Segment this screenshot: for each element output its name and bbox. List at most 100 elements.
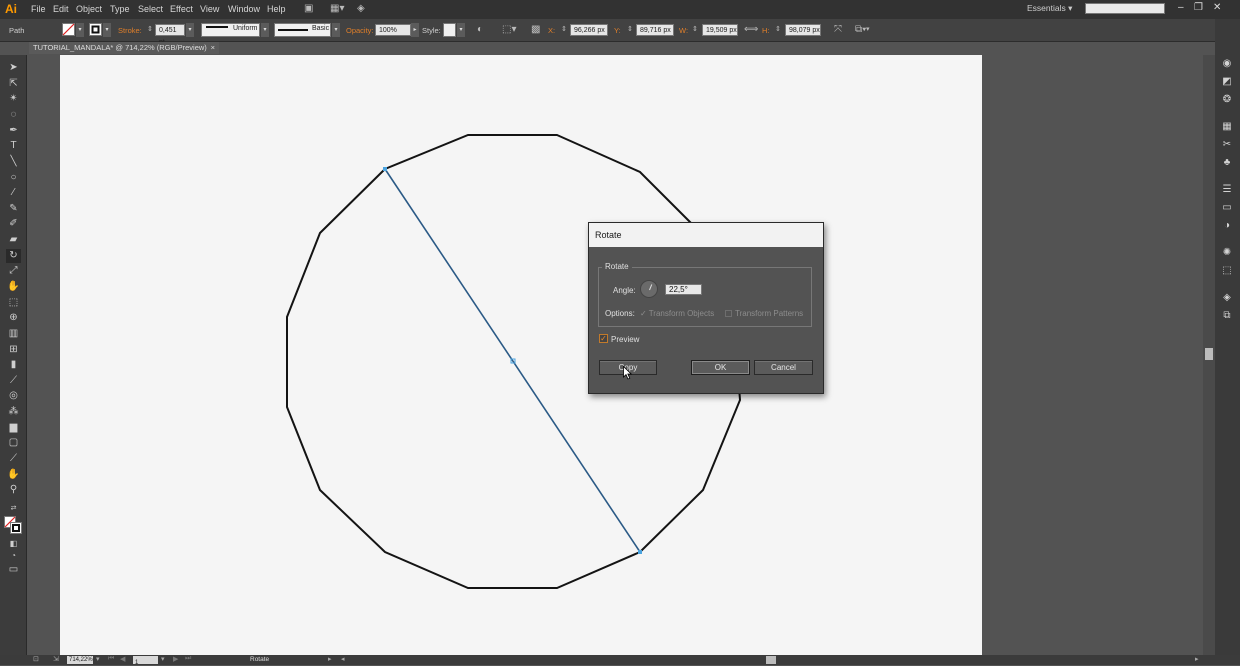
column-graph-tool-icon[interactable]: ▆	[6, 421, 21, 435]
perspective-grid-tool-icon[interactable]: ▥	[6, 327, 21, 341]
cancel-button[interactable]: Cancel	[754, 360, 813, 375]
scroll-right-icon[interactable]: ▸	[1195, 655, 1199, 663]
zoom-tool-icon[interactable]: ⚲	[6, 483, 21, 497]
artboard-tool-icon[interactable]: ▢	[6, 436, 21, 450]
h-label[interactable]: H:	[762, 26, 770, 35]
w-label[interactable]: W:	[679, 26, 688, 35]
artboard[interactable]	[60, 55, 982, 655]
status-menu-icon[interactable]: ▸	[328, 655, 332, 663]
blob-brush-tool-icon[interactable]: ✐	[6, 217, 21, 231]
transform-patterns-checkbox[interactable]: Transform Patterns	[725, 309, 803, 318]
vertical-scroll-thumb[interactable]	[1205, 348, 1213, 360]
swatches-panel-icon[interactable]: ▦	[1220, 120, 1234, 134]
constrain-proportions-icon[interactable]: ⟺	[744, 24, 758, 35]
menu-select[interactable]: Select	[138, 4, 163, 14]
last-artboard-icon[interactable]: ⏭	[185, 655, 191, 663]
appearance-panel-icon[interactable]: ❂	[1220, 93, 1234, 107]
ellipse-tool-icon[interactable]: ○	[6, 171, 21, 185]
stroke-weight-stepper-icon[interactable]: ⇕	[147, 25, 153, 33]
fill-stroke-icon[interactable]	[4, 516, 23, 534]
preview-checkbox[interactable]: ✓	[599, 334, 608, 343]
gradient-tool-icon[interactable]: ▮	[6, 358, 21, 372]
help-search-input[interactable]	[1085, 3, 1165, 14]
shape-builder-tool-icon[interactable]: ⊕	[6, 311, 21, 325]
x-stepper-icon[interactable]: ⇕	[561, 25, 567, 33]
brush-dropdown[interactable]: ▾	[332, 23, 340, 37]
w-field[interactable]: 19,509 px	[702, 24, 738, 36]
menu-type[interactable]: Type	[110, 4, 130, 14]
profile-dropdown[interactable]: ▾	[261, 23, 269, 37]
x-label[interactable]: X:	[548, 26, 555, 35]
transform-icon[interactable]: ⤧	[834, 24, 842, 35]
bridge-icon[interactable]: ▣	[304, 3, 313, 14]
brush-definition[interactable]: Basic	[274, 23, 331, 37]
stroke-swatch-icon[interactable]	[89, 23, 102, 36]
zoom-dropdown-icon[interactable]: ▾	[96, 655, 100, 663]
menu-window[interactable]: Window	[228, 4, 260, 14]
status-nav-icon[interactable]: ⊡	[33, 655, 39, 663]
artboards-panel-icon[interactable]: ⧉	[1220, 309, 1234, 323]
recolor-artwork-icon[interactable]: ◐	[477, 24, 483, 35]
direct-selection-tool-icon[interactable]: ⇱	[6, 77, 21, 91]
free-transform-tool-icon[interactable]: ⬚	[6, 296, 21, 310]
stroke-weight-field[interactable]: 0,451 pt	[155, 24, 185, 46]
menu-effect[interactable]: Effect	[170, 4, 193, 14]
screen-mode-icon[interactable]: ▭	[6, 563, 21, 577]
control-bar-menu-icon[interactable]: ▾	[866, 25, 870, 33]
angle-input[interactable]: 22,5°	[665, 284, 702, 295]
document-tab[interactable]: TUTORIAL_MANDALA* @ 714,22% (RGB/Preview…	[29, 42, 219, 54]
zoom-out-icon[interactable]: ⇲	[53, 655, 59, 663]
next-artboard-icon[interactable]: ▶	[173, 655, 178, 663]
pencil-tool-icon[interactable]: ✎	[6, 202, 21, 216]
gpu-performance-icon[interactable]: ◈	[357, 3, 365, 14]
fill-dropdown[interactable]: ▾	[76, 23, 84, 37]
type-tool-icon[interactable]: T	[6, 139, 21, 153]
menu-view[interactable]: View	[200, 4, 219, 14]
lasso-tool-icon[interactable]: ◌	[6, 108, 21, 122]
isolate-selected-icon[interactable]: ⧉▾	[855, 24, 866, 35]
layers-panel-icon[interactable]: ◈	[1220, 291, 1234, 305]
transform-objects-checkbox[interactable]: ✓ Transform Objects	[640, 309, 714, 318]
color-panel-icon[interactable]: ◉	[1220, 57, 1234, 71]
arrange-documents-icon[interactable]: ▦▾	[330, 3, 344, 14]
graphic-styles-panel-icon[interactable]: ✺	[1220, 246, 1234, 260]
draw-mode-icon[interactable]: ◔	[6, 549, 21, 563]
artboard-dropdown-icon[interactable]: ▾	[161, 655, 165, 663]
slice-tool-icon[interactable]: ⟋	[6, 452, 21, 466]
style-dropdown[interactable]: ▾	[457, 23, 465, 37]
x-field[interactable]: 96,266 px	[570, 24, 608, 36]
zoom-level-field[interactable]: 714,22%	[67, 656, 93, 664]
color-guide-panel-icon[interactable]: ◩	[1220, 75, 1234, 89]
selection-tool-icon[interactable]: ➤	[6, 61, 21, 75]
opacity-label[interactable]: Opacity:	[346, 26, 374, 35]
stroke-label[interactable]: Stroke:	[118, 26, 142, 35]
scale-tool-icon[interactable]: ⤢	[6, 264, 21, 278]
restore-icon[interactable]: ❐	[1194, 2, 1203, 13]
menu-object[interactable]: Object	[76, 4, 102, 14]
stroke-dropdown[interactable]: ▾	[103, 23, 111, 37]
gradient-panel-icon[interactable]: ▭	[1220, 201, 1234, 215]
line-segment-tool-icon[interactable]: ╲	[6, 155, 21, 169]
preview-label[interactable]: Preview	[611, 335, 639, 344]
h-stepper-icon[interactable]: ⇕	[775, 25, 781, 33]
rotate-tool-icon[interactable]: ↻	[6, 249, 21, 263]
brushes-panel-icon[interactable]: ✂	[1220, 138, 1234, 152]
symbols-panel-icon[interactable]: ♣	[1220, 156, 1234, 170]
previous-artboard-icon[interactable]: ◀	[120, 655, 125, 663]
graphic-style-swatch[interactable]	[443, 23, 456, 37]
eyedropper-tool-icon[interactable]: ⟋	[6, 374, 21, 388]
align-to-icon[interactable]: ⬚▾	[502, 24, 516, 35]
eraser-tool-icon[interactable]: ▰	[6, 233, 21, 247]
opacity-field[interactable]: 100%	[375, 24, 411, 36]
horizontal-scroll-thumb[interactable]	[766, 656, 776, 664]
hand-tool-icon[interactable]: ✋	[6, 468, 21, 482]
w-stepper-icon[interactable]: ⇕	[692, 25, 698, 33]
pen-tool-icon[interactable]: ✒	[6, 124, 21, 138]
ok-button[interactable]: OK	[691, 360, 750, 375]
minimize-icon[interactable]: –	[1178, 2, 1184, 13]
anchor-point-start[interactable]	[383, 167, 387, 171]
workspace-switcher[interactable]: Essentials ▾	[1027, 3, 1072, 14]
transparency-panel-icon[interactable]: ◑	[1220, 219, 1234, 233]
swap-fill-stroke-icon[interactable]: ⇄	[6, 502, 21, 516]
symbol-sprayer-tool-icon[interactable]: ⁂	[6, 405, 21, 419]
